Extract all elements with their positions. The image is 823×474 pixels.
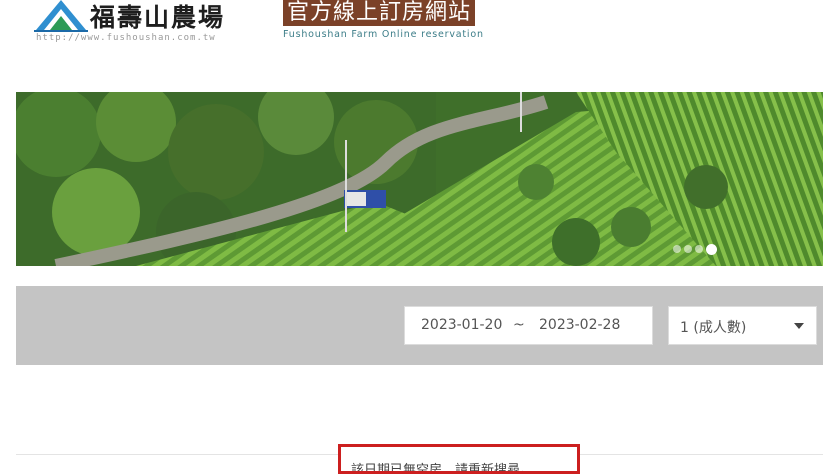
- date-range-input[interactable]: 2023-01-20 ~ 2023-02-28: [404, 306, 653, 345]
- no-vacancy-alert: 該日期已無空房，請重新搜尋。: [338, 444, 580, 474]
- tea-plantation-photo: [16, 92, 823, 266]
- guest-count-value: 1 (成人數): [680, 320, 747, 336]
- check-out-date[interactable]: 2023-02-28: [539, 317, 620, 333]
- chevron-down-icon: [794, 323, 804, 329]
- date-separator: ~: [513, 317, 525, 333]
- check-in-date[interactable]: 2023-01-20: [421, 317, 502, 333]
- hero-banner[interactable]: [16, 92, 823, 266]
- carousel-dots: [673, 243, 717, 255]
- carousel-dot[interactable]: [695, 245, 703, 253]
- carousel-dot-active[interactable]: [706, 243, 717, 255]
- logo-name: 福壽山農場: [90, 3, 226, 32]
- site-title: 官方線上訂房網站: [283, 0, 476, 26]
- logo-url: http://www.fushoushan.com.tw: [36, 33, 216, 43]
- carousel-dot[interactable]: [684, 245, 692, 253]
- no-vacancy-message: 該日期已無空房，請重新搜尋。: [351, 463, 534, 474]
- mountain-logo-icon: [34, 0, 88, 32]
- site-logo[interactable]: 福壽山農場 http://www.fushoushan.com.tw: [34, 0, 254, 46]
- guest-count-select[interactable]: 1 (成人數): [668, 306, 817, 345]
- site-subtitle: Fushoushan Farm Online reservation: [283, 29, 484, 40]
- carousel-dot[interactable]: [673, 245, 681, 253]
